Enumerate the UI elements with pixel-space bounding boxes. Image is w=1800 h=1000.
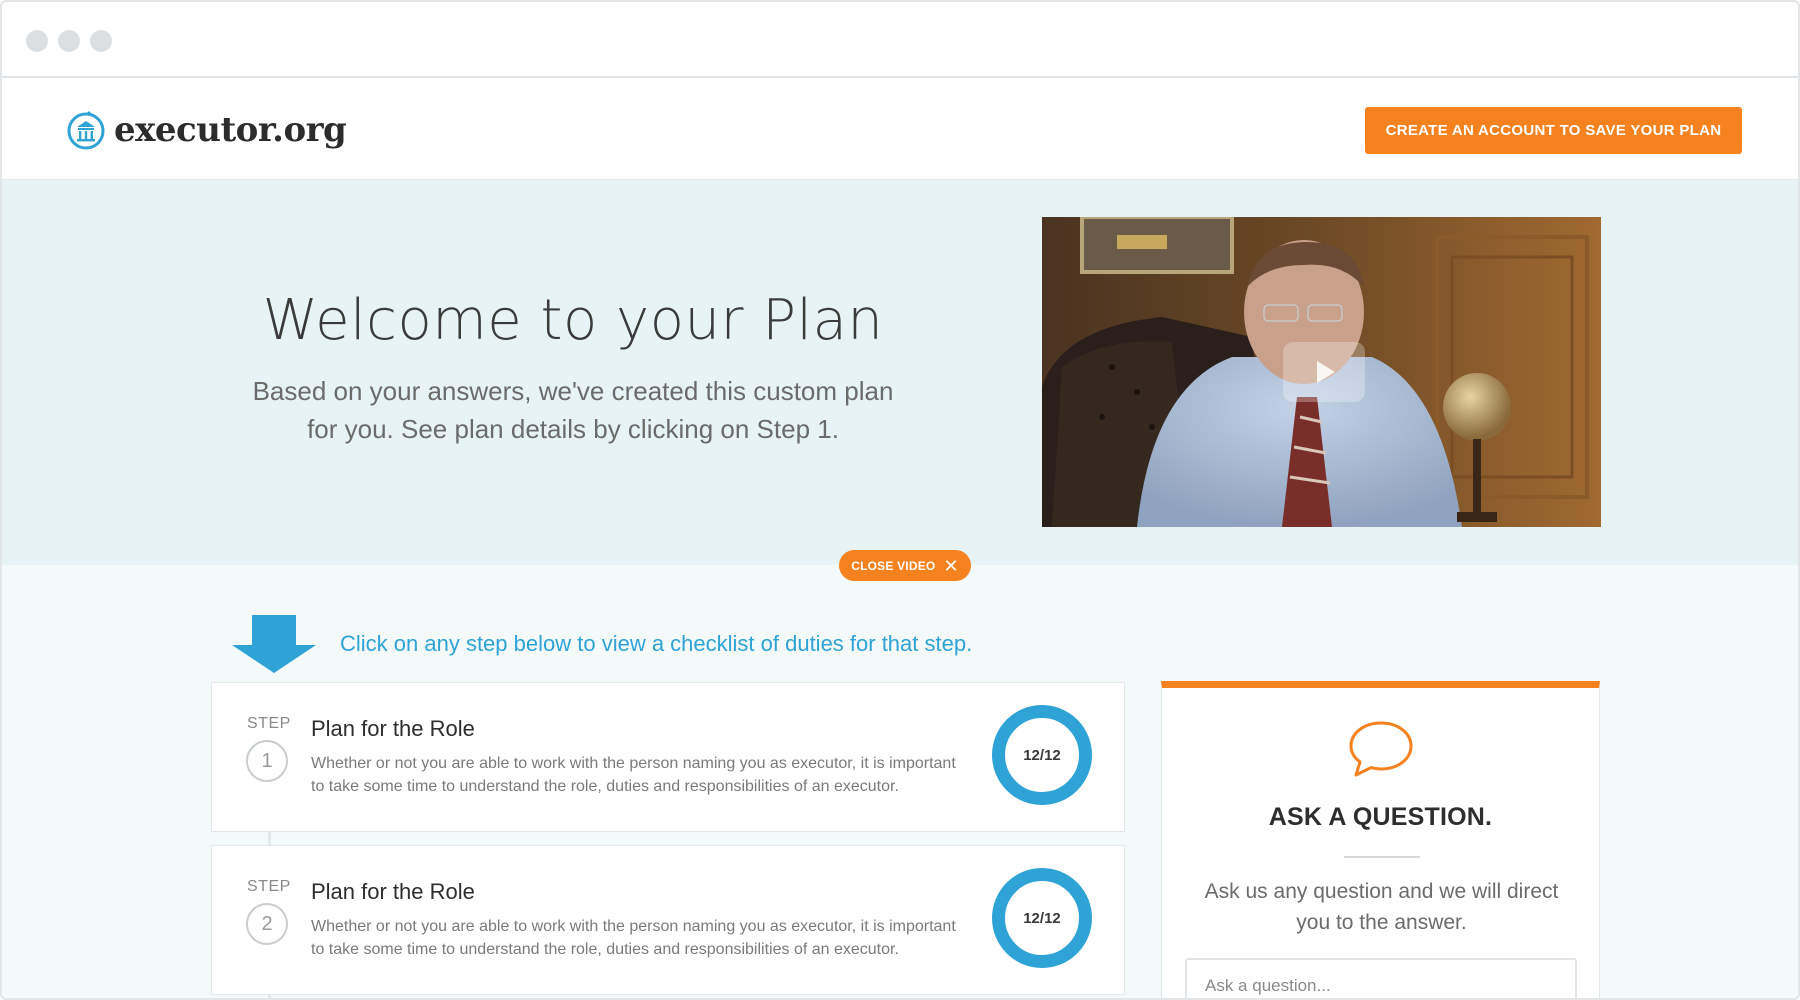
step-description: Whether or not you are able to work with… (311, 918, 956, 958)
window-titlebar (2, 2, 1798, 78)
create-account-button[interactable]: CREATE AN ACCOUNT TO SAVE YOUR PLAN (1365, 107, 1742, 154)
step-number: 1 (246, 740, 288, 782)
step-number: 2 (246, 903, 288, 945)
logo-text: executor.org (114, 110, 347, 150)
hero-subtitle: Based on your answers, we've created thi… (172, 372, 974, 448)
close-video-label: CLOSE VIDEO (851, 558, 936, 573)
window-close-dot[interactable] (26, 30, 48, 52)
ask-question-panel: ASK A QUESTION. Ask us any question and … (1161, 681, 1600, 998)
hero-subtitle-line-1: Based on your answers, we've created thi… (252, 376, 894, 406)
hero-section: Welcome to your Plan Based on your answe… (2, 180, 1798, 565)
plan-content: Click on any step below to view a checkl… (2, 565, 1798, 998)
hint-text: Click on any step below to view a checkl… (340, 631, 973, 656)
step-label: STEP (247, 878, 291, 895)
intro-video[interactable] (1042, 217, 1601, 527)
step-card-1[interactable]: STEP 1 Plan for the Role Whether or not … (211, 682, 1125, 832)
step-label: STEP (247, 715, 291, 732)
window-minimize-dot[interactable] (58, 30, 80, 52)
ask-description: Ask us any question and we will direct y… (1204, 880, 1559, 934)
site-header: executor.org CREATE AN ACCOUNT TO SAVE Y… (2, 80, 1798, 180)
step-card-2[interactable]: STEP 2 Plan for the Role Whether or not … (211, 845, 1125, 995)
browser-window: executor.org CREATE AN ACCOUNT TO SAVE Y… (0, 0, 1800, 1000)
close-icon: ✕ (943, 555, 959, 576)
play-button[interactable] (1283, 342, 1365, 402)
close-video-button[interactable]: CLOSE VIDEO ✕ (839, 550, 971, 581)
page-title: Welcome to your Plan (262, 288, 884, 353)
ask-divider (1344, 856, 1420, 858)
bank-building-icon (67, 111, 105, 150)
step-description: Whether or not you are able to work with… (311, 755, 956, 795)
arrow-down-icon (232, 615, 316, 673)
step-progress-ring[interactable]: 12/12 (992, 868, 1092, 968)
step-progress-ring[interactable]: 12/12 (992, 705, 1092, 805)
step-progress-value: 12/12 (1023, 746, 1061, 764)
logo[interactable]: executor.org (66, 110, 347, 150)
ask-title: ASK A QUESTION. (1268, 803, 1493, 831)
ask-question-input[interactable] (1185, 958, 1577, 998)
step-title: Plan for the Role (311, 879, 475, 904)
speech-bubble-icon (1349, 721, 1413, 777)
step-title: Plan for the Role (311, 716, 475, 741)
window-maximize-dot[interactable] (90, 30, 112, 52)
step-progress-value: 12/12 (1023, 909, 1061, 927)
hero-subtitle-line-2: for you. See plan details by clicking on… (307, 414, 839, 444)
steps-hint: Click on any step below to view a checkl… (232, 615, 972, 673)
play-icon (1317, 361, 1335, 383)
